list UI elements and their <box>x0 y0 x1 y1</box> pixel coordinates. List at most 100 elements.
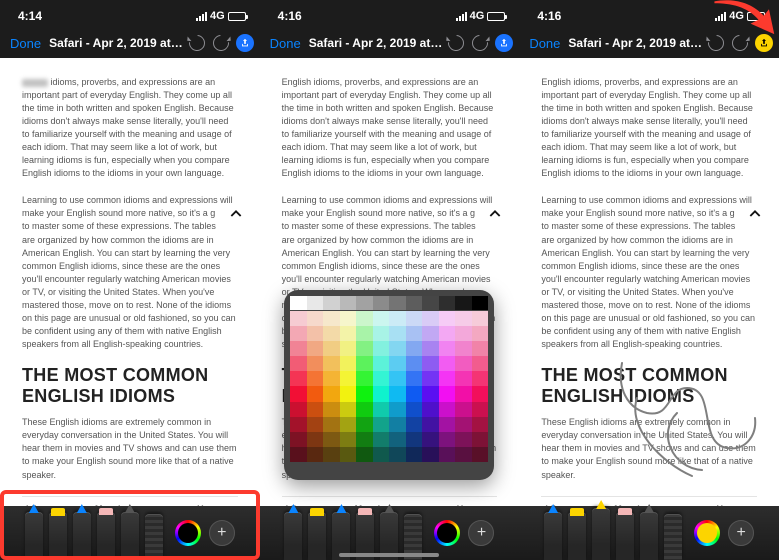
color-swatch[interactable] <box>323 386 340 401</box>
marker-tool[interactable] <box>49 512 67 560</box>
color-swatch[interactable] <box>323 417 340 432</box>
color-swatch[interactable] <box>389 311 406 326</box>
redo-button[interactable] <box>731 34 749 52</box>
ruler-tool[interactable] <box>145 514 163 560</box>
redo-button[interactable] <box>471 34 489 52</box>
color-swatch[interactable] <box>307 447 324 462</box>
color-swatch[interactable] <box>455 341 472 356</box>
color-swatch[interactable] <box>422 386 439 401</box>
color-swatch[interactable] <box>472 417 489 432</box>
color-swatch[interactable] <box>373 417 390 432</box>
add-annotation-button[interactable]: + <box>468 520 494 546</box>
color-well-button[interactable] <box>175 520 201 546</box>
color-swatch[interactable] <box>356 356 373 371</box>
color-swatch[interactable] <box>472 296 489 310</box>
color-swatch[interactable] <box>455 386 472 401</box>
color-swatch[interactable] <box>340 386 357 401</box>
color-swatch[interactable] <box>406 326 423 341</box>
color-swatch[interactable] <box>307 432 324 447</box>
color-swatch[interactable] <box>373 447 390 462</box>
color-well-button[interactable] <box>694 520 720 546</box>
color-swatch[interactable] <box>406 341 423 356</box>
color-swatch[interactable] <box>455 402 472 417</box>
lasso-tool[interactable] <box>121 512 139 560</box>
pen-tool[interactable] <box>544 512 562 560</box>
color-swatch[interactable] <box>307 356 324 371</box>
color-swatch[interactable] <box>389 296 406 310</box>
color-swatch[interactable] <box>406 432 423 447</box>
color-swatch[interactable] <box>389 326 406 341</box>
color-swatch[interactable] <box>323 311 340 326</box>
color-swatch[interactable] <box>373 402 390 417</box>
color-swatch[interactable] <box>389 356 406 371</box>
color-swatch[interactable] <box>290 432 307 447</box>
color-swatch[interactable] <box>406 386 423 401</box>
color-swatch[interactable] <box>340 447 357 462</box>
color-swatch[interactable] <box>422 341 439 356</box>
done-button[interactable]: Done <box>266 36 305 51</box>
color-swatch[interactable] <box>406 311 423 326</box>
marker-tool[interactable] <box>568 512 586 560</box>
color-swatch[interactable] <box>455 447 472 462</box>
home-indicator[interactable] <box>339 553 439 557</box>
color-swatch[interactable] <box>323 296 340 310</box>
ruler-tool[interactable] <box>664 514 682 560</box>
color-swatch[interactable] <box>406 417 423 432</box>
color-swatch[interactable] <box>307 341 324 356</box>
color-swatch[interactable] <box>307 326 324 341</box>
undo-button[interactable] <box>707 34 725 52</box>
color-swatch[interactable] <box>340 417 357 432</box>
color-swatch[interactable] <box>323 326 340 341</box>
scroll-to-top-button[interactable] <box>487 206 503 227</box>
add-annotation-button[interactable]: + <box>209 520 235 546</box>
color-swatch[interactable] <box>323 341 340 356</box>
color-swatch[interactable] <box>290 371 307 386</box>
color-swatch[interactable] <box>455 356 472 371</box>
color-swatch[interactable] <box>340 311 357 326</box>
color-swatch[interactable] <box>472 326 489 341</box>
color-swatch[interactable] <box>455 296 472 310</box>
color-swatch[interactable] <box>356 326 373 341</box>
color-swatch[interactable] <box>389 371 406 386</box>
share-button[interactable] <box>236 34 254 52</box>
color-swatch[interactable] <box>406 296 423 310</box>
color-swatch[interactable] <box>422 417 439 432</box>
color-swatch[interactable] <box>439 402 456 417</box>
color-swatch[interactable] <box>323 402 340 417</box>
color-swatch[interactable] <box>373 386 390 401</box>
color-swatch[interactable] <box>340 341 357 356</box>
undo-button[interactable] <box>188 34 206 52</box>
scroll-to-top-button[interactable] <box>228 206 244 227</box>
color-swatch[interactable] <box>290 311 307 326</box>
color-swatch[interactable] <box>340 432 357 447</box>
color-swatch[interactable] <box>373 311 390 326</box>
pen-tool[interactable] <box>284 512 302 560</box>
color-swatch[interactable] <box>307 417 324 432</box>
color-swatch[interactable] <box>307 311 324 326</box>
color-swatch[interactable] <box>455 326 472 341</box>
color-swatch[interactable] <box>323 432 340 447</box>
color-swatch[interactable] <box>290 356 307 371</box>
color-swatch[interactable] <box>422 371 439 386</box>
undo-button[interactable] <box>447 34 465 52</box>
scroll-to-top-button[interactable] <box>747 206 763 227</box>
color-swatch[interactable] <box>340 326 357 341</box>
color-swatch[interactable] <box>373 356 390 371</box>
color-swatch[interactable] <box>422 356 439 371</box>
color-swatch[interactable] <box>439 326 456 341</box>
color-swatch[interactable] <box>307 402 324 417</box>
color-swatch[interactable] <box>389 341 406 356</box>
color-swatch[interactable] <box>290 341 307 356</box>
color-swatch[interactable] <box>389 447 406 462</box>
color-swatch[interactable] <box>439 371 456 386</box>
eraser-tool[interactable] <box>616 512 634 560</box>
color-swatch[interactable] <box>472 311 489 326</box>
color-swatch[interactable] <box>406 402 423 417</box>
eraser-tool[interactable] <box>97 512 115 560</box>
color-swatch[interactable] <box>389 386 406 401</box>
color-swatch[interactable] <box>340 402 357 417</box>
color-swatch[interactable] <box>290 402 307 417</box>
color-swatch[interactable] <box>455 417 472 432</box>
color-swatch[interactable] <box>439 432 456 447</box>
color-swatch[interactable] <box>406 447 423 462</box>
